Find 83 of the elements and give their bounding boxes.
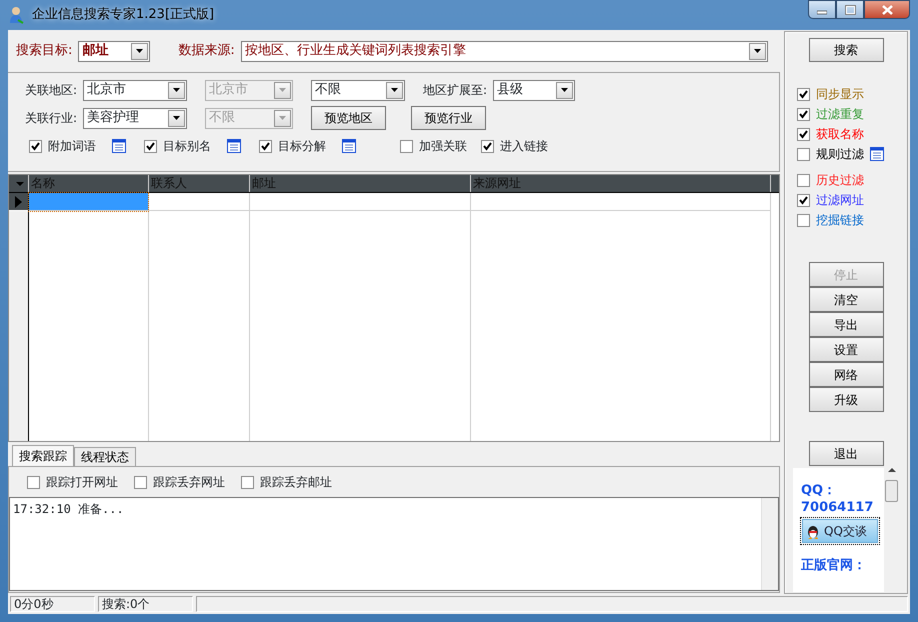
table-cell[interactable]	[29, 193, 148, 211]
dropdown-arrow-icon[interactable]	[135, 48, 144, 54]
checkbox[interactable]	[29, 140, 42, 152]
option-label: 获取名称	[816, 126, 864, 143]
qq-number: 70064117	[801, 499, 874, 516]
user-icon	[8, 6, 26, 24]
penguin-icon	[806, 523, 820, 539]
site-label: 正版官网：	[801, 557, 867, 574]
status-text: 0分0秒	[10, 596, 95, 612]
close-icon[interactable]	[882, 4, 892, 14]
expand-dropdown[interactable]: 县级	[493, 80, 576, 100]
option-label: 历史过滤	[816, 172, 864, 189]
option-label: 过滤网址	[816, 192, 864, 209]
option-label: 规则过滤	[816, 146, 864, 163]
tab[interactable]: 线程状态	[74, 447, 136, 466]
maximize-button[interactable]	[836, 0, 864, 19]
exit-button[interactable]: 退出	[808, 441, 884, 466]
option-label: 目标分解	[278, 138, 326, 155]
calendar-icon[interactable]	[870, 147, 884, 161]
minimize-button[interactable]	[808, 0, 836, 19]
qq-label: QQ：	[801, 482, 838, 499]
close-button[interactable]	[864, 0, 910, 19]
option-label: 加强关联	[419, 138, 467, 155]
industry-label: 关联行业:	[25, 110, 78, 127]
checkbox[interactable]	[797, 194, 810, 206]
option-label: 进入链接	[500, 138, 548, 155]
industry-dropdown[interactable]: 美容护理	[83, 108, 188, 128]
action-button[interactable]: 清空	[808, 287, 884, 312]
checkbox[interactable]	[259, 140, 272, 152]
scroll-thumb[interactable]	[885, 480, 898, 502]
calendar-icon[interactable]	[112, 139, 126, 153]
checkbox[interactable]	[134, 476, 147, 488]
checkbox[interactable]	[481, 140, 494, 152]
target-dropdown[interactable]: 邮址	[78, 40, 150, 62]
checkbox[interactable]	[797, 88, 810, 100]
checkbox[interactable]	[241, 476, 254, 488]
region-dropdown[interactable]: 不限	[311, 80, 406, 100]
calendar-icon[interactable]	[342, 139, 356, 153]
qq-chat-button[interactable]: QQ交谈	[802, 519, 878, 543]
window-title: 企业信息搜索专家1.23[正式版]	[32, 6, 214, 24]
dropdown-arrow-icon[interactable]	[390, 87, 400, 93]
scroll-up-arrow-icon[interactable]	[888, 468, 896, 472]
source-dropdown[interactable]: 按地区、行业生成关键词列表搜索引擎	[240, 40, 768, 62]
option-label: 过滤重复	[816, 106, 864, 123]
option-label: 挖掘链接	[816, 212, 864, 229]
scrollbar[interactable]	[761, 498, 778, 590]
tab[interactable]: 搜索跟踪	[12, 445, 74, 466]
checkbox[interactable]	[797, 174, 810, 186]
checkbox[interactable]	[400, 140, 413, 152]
region-label: 关联地区:	[25, 82, 78, 99]
action-button[interactable]: 设置	[808, 337, 884, 362]
preview-button[interactable]: 预览地区	[311, 106, 386, 130]
option-label: 跟踪丢弃网址	[153, 474, 225, 491]
action-button[interactable]: 升级	[808, 387, 884, 412]
option-label: 跟踪打开网址	[46, 474, 118, 491]
dropdown-arrow-icon[interactable]	[172, 87, 182, 93]
maximize-icon[interactable]	[844, 4, 856, 14]
option-label: 跟踪丢弃邮址	[260, 474, 332, 491]
checkbox[interactable]	[797, 148, 810, 160]
checkbox[interactable]	[27, 476, 40, 488]
status-text: 搜索:0个	[98, 596, 193, 612]
dropdown-arrow-icon[interactable]	[172, 115, 182, 121]
calendar-icon[interactable]	[227, 139, 241, 153]
dropdown-arrow-icon[interactable]	[752, 48, 762, 54]
checkbox[interactable]	[797, 128, 810, 140]
checkbox[interactable]	[144, 140, 157, 152]
option-label: 目标别名	[163, 138, 211, 155]
checkbox[interactable]	[797, 214, 810, 226]
option-label: 同步显示	[816, 86, 864, 103]
row-pointer-icon	[15, 196, 22, 208]
preview-button[interactable]: 预览行业	[411, 106, 486, 130]
search-button[interactable]: 搜索	[808, 38, 884, 62]
expand-label: 地区扩展至:	[423, 82, 488, 99]
checkbox[interactable]	[797, 108, 810, 120]
action-button[interactable]: 网络	[808, 362, 884, 387]
region-dropdown[interactable]: 北京市	[83, 80, 188, 100]
option-label: 附加词语	[48, 138, 96, 155]
dropdown-arrow-icon[interactable]	[560, 87, 570, 93]
source-label: 数据来源:	[178, 42, 235, 60]
action-button[interactable]: 导出	[808, 312, 884, 337]
log-area[interactable]: 17:32:10 准备...	[9, 497, 779, 591]
log-line: 17:32:10 准备...	[13, 501, 124, 518]
target-label: 搜索目标:	[16, 42, 72, 60]
